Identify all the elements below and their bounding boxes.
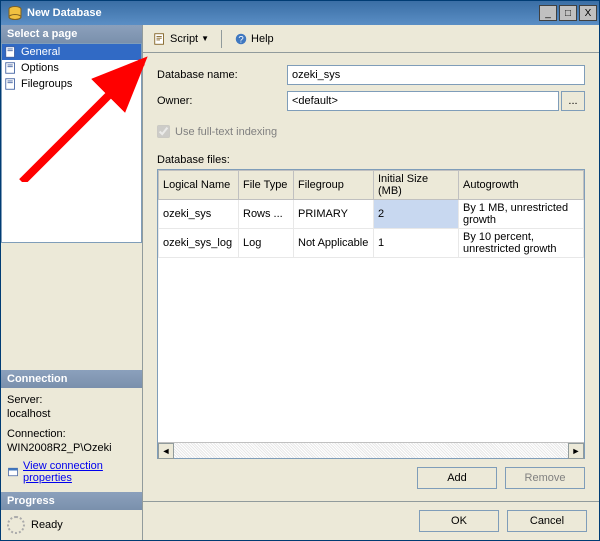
owner-browse-button[interactable]: ... — [561, 91, 585, 111]
progress-header: Progress — [1, 492, 142, 510]
col-logical-name[interactable]: Logical Name — [159, 171, 239, 200]
files-grid[interactable]: Logical Name File Type Filegroup Initial… — [157, 169, 585, 459]
page-label: Options — [21, 62, 59, 74]
fulltext-checkbox — [157, 125, 170, 138]
page-icon — [4, 61, 18, 75]
cancel-button[interactable]: Cancel — [507, 510, 587, 532]
table-row[interactable]: ozeki_sys Rows ... PRIMARY 2 By 1 MB, un… — [159, 200, 584, 229]
maximize-button[interactable]: □ — [559, 5, 577, 21]
col-filegroup[interactable]: Filegroup — [294, 171, 374, 200]
dbname-label: Database name: — [157, 69, 287, 81]
col-file-type[interactable]: File Type — [239, 171, 294, 200]
connection-value: WIN2008R2_P\Ozeki — [7, 442, 136, 454]
left-panel: Select a page General Options Filegroups… — [1, 25, 143, 540]
dialog-window: New Database _ □ X Select a page General… — [0, 0, 600, 541]
toolbar: Script ▼ ? Help — [143, 25, 599, 53]
progress-status: Ready — [31, 519, 63, 531]
page-general[interactable]: General — [2, 44, 141, 60]
connection-label: Connection: — [7, 428, 136, 440]
toolbar-separator — [221, 30, 222, 48]
close-button[interactable]: X — [579, 5, 597, 21]
server-label: Server: — [7, 394, 136, 406]
page-list: General Options Filegroups — [1, 43, 142, 243]
page-options[interactable]: Options — [2, 60, 141, 76]
add-button[interactable]: Add — [417, 467, 497, 489]
titlebar: New Database _ □ X — [1, 1, 599, 25]
fulltext-label: Use full-text indexing — [175, 126, 277, 138]
connection-header: Connection — [1, 370, 142, 388]
ok-button[interactable]: OK — [419, 510, 499, 532]
scroll-right-button[interactable]: ► — [568, 443, 584, 459]
window-title: New Database — [27, 7, 539, 19]
owner-input[interactable] — [287, 91, 559, 111]
page-icon — [4, 45, 18, 59]
col-autogrowth[interactable]: Autogrowth — [459, 171, 584, 200]
owner-label: Owner: — [157, 95, 287, 107]
horizontal-scrollbar[interactable]: ◄ ► — [158, 442, 584, 458]
help-icon: ? — [234, 32, 248, 46]
script-button[interactable]: Script ▼ — [149, 30, 213, 48]
page-filegroups[interactable]: Filegroups — [2, 76, 141, 92]
col-initial-size[interactable]: Initial Size (MB) — [374, 171, 459, 200]
minimize-button[interactable]: _ — [539, 5, 557, 21]
database-files-label: Database files: — [157, 154, 585, 166]
server-value: localhost — [7, 408, 136, 420]
progress-spinner-icon — [7, 516, 25, 534]
properties-icon — [7, 465, 19, 479]
svg-text:?: ? — [238, 34, 243, 45]
script-label: Script — [170, 33, 198, 45]
help-button[interactable]: ? Help — [230, 30, 278, 48]
right-panel: Script ▼ ? Help Database name: Owner: ..… — [143, 25, 599, 540]
chevron-down-icon: ▼ — [201, 34, 209, 43]
view-connection-properties-link[interactable]: View connection properties — [23, 460, 136, 484]
table-row[interactable]: ozeki_sys_log Log Not Applicable 1 By 10… — [159, 229, 584, 258]
script-icon — [153, 32, 167, 46]
dialog-buttons: OK Cancel — [143, 501, 599, 540]
database-icon — [7, 5, 23, 21]
page-label: General — [21, 46, 60, 58]
scroll-track[interactable] — [174, 443, 568, 458]
help-label: Help — [251, 33, 274, 45]
remove-button: Remove — [505, 467, 585, 489]
dbname-input[interactable] — [287, 65, 585, 85]
page-label: Filegroups — [21, 78, 72, 90]
page-icon — [4, 77, 18, 91]
select-page-header: Select a page — [1, 25, 142, 43]
scroll-left-button[interactable]: ◄ — [158, 443, 174, 459]
